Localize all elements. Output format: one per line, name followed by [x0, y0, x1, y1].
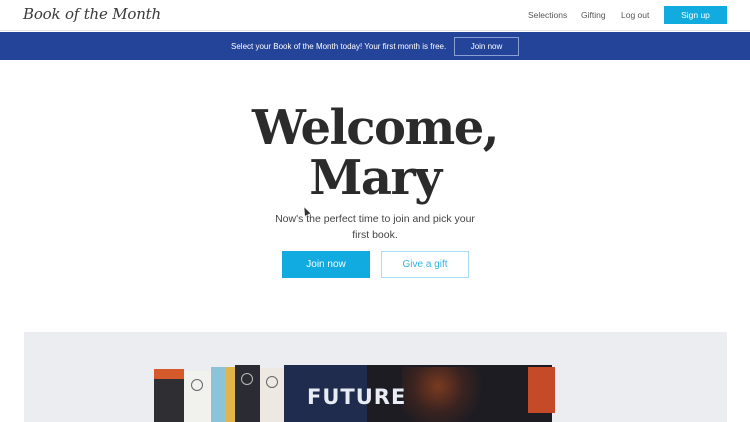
nav-link-logout[interactable]: Log out — [621, 10, 649, 20]
book-cover-art — [402, 367, 482, 422]
title-line-1: Welcome, — [251, 100, 500, 156]
give-gift-button[interactable]: Give a gift — [381, 251, 469, 278]
book-spine — [184, 371, 211, 422]
book-spine — [225, 367, 235, 422]
book-cover-title: FUTURE — [307, 385, 407, 409]
seal-icon — [266, 376, 278, 388]
page-title: Welcome, Mary — [0, 103, 750, 203]
book-spine — [235, 365, 260, 422]
signup-button[interactable]: Sign up — [664, 6, 727, 24]
promo-banner-text: Select your Book of the Month today! You… — [231, 42, 447, 51]
book-cover — [528, 367, 555, 413]
promo-banner: Select your Book of the Month today! You… — [0, 32, 750, 60]
banner-join-button[interactable]: Join now — [454, 37, 519, 56]
nav-link-gifting[interactable]: Gifting — [581, 10, 606, 20]
nav-link-selections[interactable]: Selections — [528, 10, 567, 20]
join-now-button[interactable]: Join now — [282, 251, 370, 278]
seal-icon — [191, 379, 203, 391]
title-line-2: Mary — [309, 150, 442, 206]
logo[interactable]: Book of the Month — [23, 5, 161, 23]
top-nav: Book of the Month Selections Gifting Log… — [0, 0, 750, 31]
book-spine — [154, 369, 184, 422]
book-spine — [260, 368, 284, 422]
hero-subtitle: Now's the perfect time to join and pick … — [275, 213, 475, 241]
book-spine — [211, 367, 225, 422]
seal-icon — [241, 373, 253, 385]
book-showcase: FUTURE — [24, 332, 727, 422]
